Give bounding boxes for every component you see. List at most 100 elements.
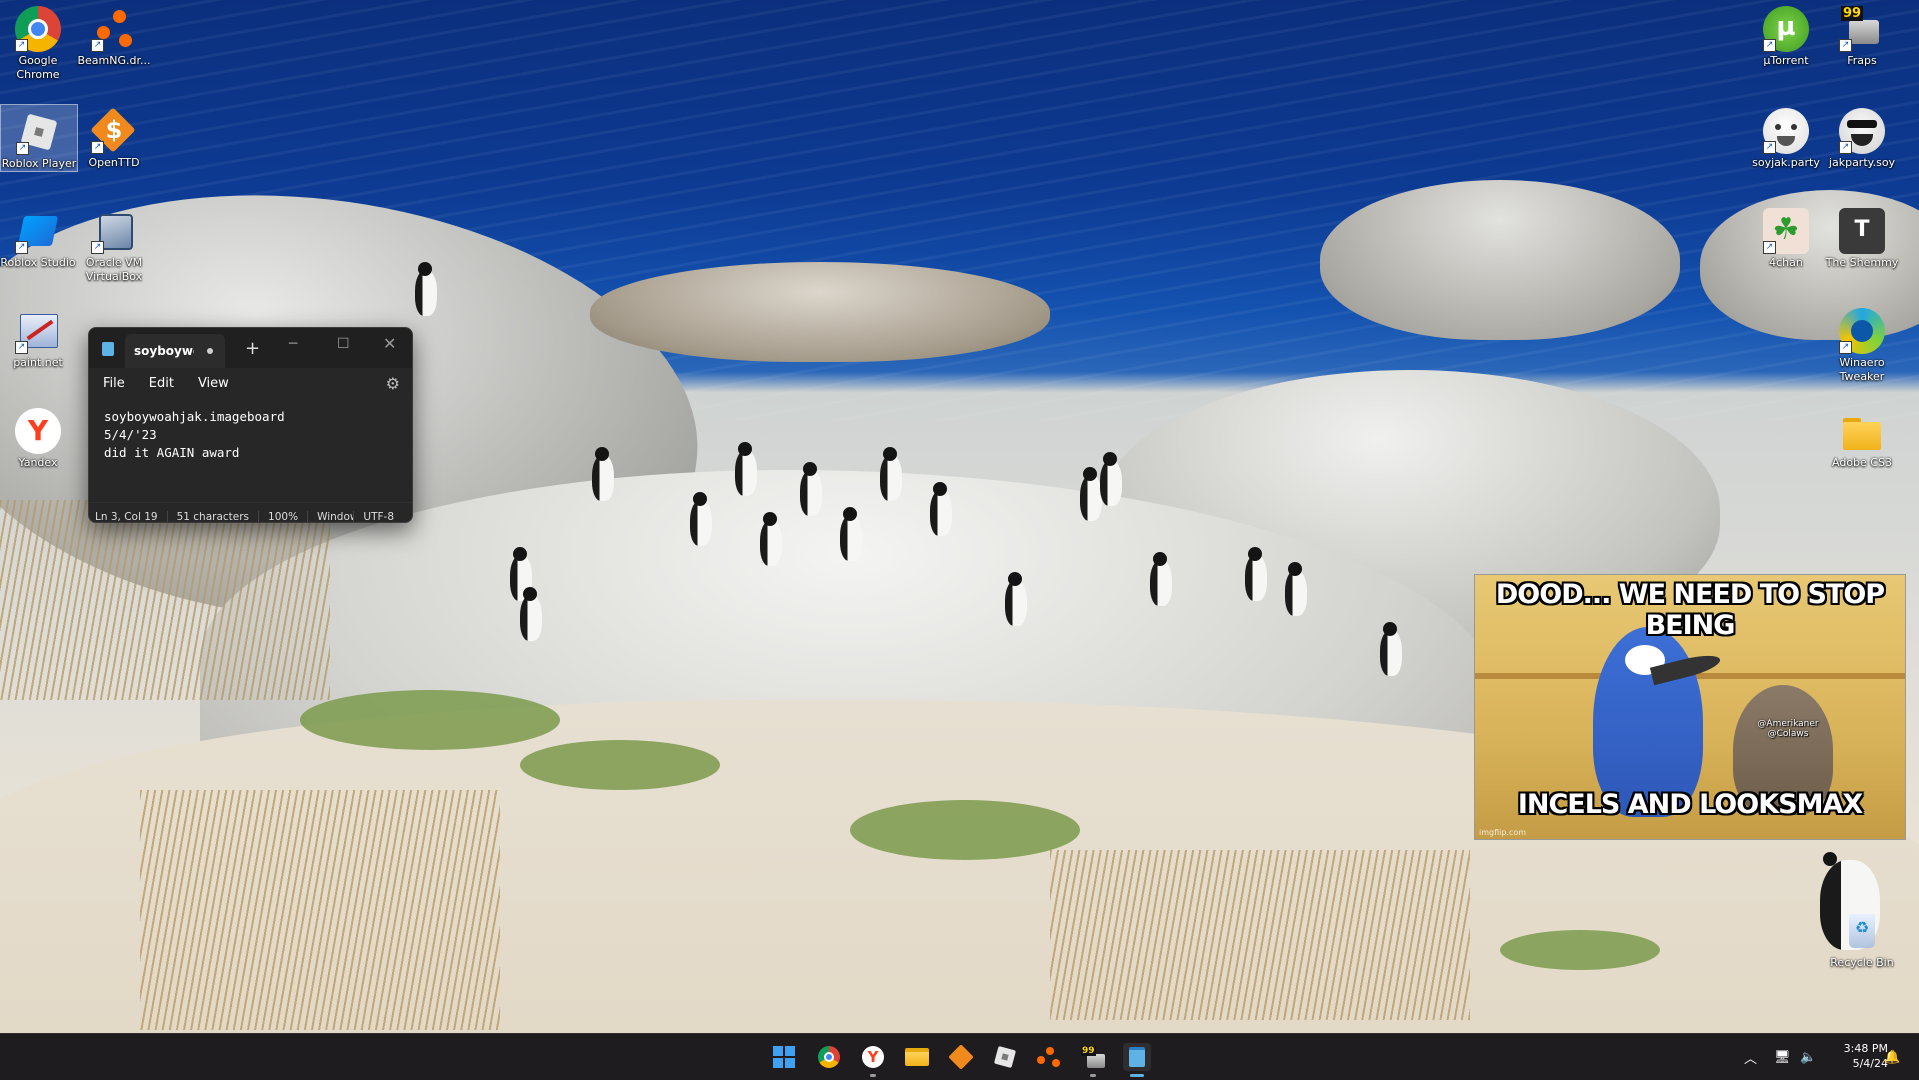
taskbar: Y 99 ︿ 🖥 🔈 3:48 PM 5/4/24 🔔 [0,1033,1919,1080]
shortcut-arrow-icon: ↗ [16,142,29,155]
notepad-window[interactable]: soyboywoahjak.imageboard + ─ ☐ ✕ File Ed… [88,327,413,523]
notepad-title-bar[interactable]: soyboywoahjak.imageboard + ─ ☐ ✕ [89,328,412,368]
notification-bell-icon[interactable]: 🔔 [1884,1034,1900,1080]
minimize-icon[interactable]: ─ [289,336,297,352]
notepad-app-icon [102,342,114,356]
shortcut-arrow-icon: ↗ [91,241,104,254]
beamng-icon: ↗ [91,6,137,52]
desktop-icon-jakparty-soy[interactable]: ↗ jakparty.soy [1824,104,1900,170]
maximize-icon[interactable]: ☐ [337,336,350,352]
close-icon[interactable]: ✕ [383,334,396,353]
tray-overflow-chevron-icon[interactable]: ︿ [1744,1034,1757,1080]
active-indicator [1130,1074,1144,1077]
desktop-icon-label: paint.net [13,356,63,369]
penguin [1100,452,1122,506]
taskbar-openttd-icon[interactable] [947,1043,975,1071]
desktop-icon-4chan[interactable]: ☘ ↗ 4chan [1748,204,1824,270]
unsaved-dot-icon [207,348,213,354]
new-tab-plus-icon[interactable]: + [245,338,260,359]
notepad-status-bar: Ln 3, Col 19 51 characters 100% Windows … [89,502,412,522]
penguin [1285,562,1307,616]
penguin [1080,467,1102,521]
roblox-studio-icon: ↗ [15,208,61,254]
notepad-tab-active[interactable]: soyboywoahjak.imageboard [125,334,225,368]
shrub [300,690,560,750]
menu-view[interactable]: View [198,376,229,391]
desktop-icon-roblox-studio[interactable]: ↗ Roblox Studio [0,204,76,270]
shrub [520,740,720,790]
penguin [760,512,782,566]
menu-file[interactable]: File [103,376,125,391]
recycle-bin-icon: ♻ [1839,908,1885,954]
dry-grass [0,500,330,700]
taskbar-roblox-icon[interactable] [991,1043,1019,1071]
taskbar-fraps-icon[interactable]: 99 [1079,1043,1107,1077]
chrome-icon: ↗ [15,6,61,52]
status-cursor-position[interactable]: Ln 3, Col 19 [95,511,168,522]
desktop-icon-paint-net[interactable]: ↗ paint.net [0,304,76,370]
notepad-tab-label: soyboywoahjak.imageboard [134,344,194,358]
desktop-icon-openttd[interactable]: $ ↗ OpenTTD [76,104,152,170]
volume-icon[interactable]: 🔈 [1800,1034,1816,1080]
desktop-icon-google-chrome[interactable]: ↗ Google Chrome [0,2,76,82]
desktop-icon-label: Oracle VM VirtualBox [85,256,143,283]
virtualbox-icon: ↗ [91,208,137,254]
penguin [592,447,614,501]
penguin [415,262,437,316]
desktop-icon-recycle-bin[interactable]: ♻ Recycle Bin [1824,904,1900,970]
status-line-ending[interactable]: Windows (CRLF) [317,511,355,522]
text-line: soyboywoahjak.imageboard [104,409,285,424]
desktop-icon-roblox-player[interactable]: ↗ Roblox Player [0,104,78,172]
shortcut-arrow-icon: ↗ [15,241,28,254]
notepad-text-area[interactable]: soyboywoahjak.imageboard 5/4/'23 did it … [89,398,412,502]
desktop-icon-beamng[interactable]: ↗ BeamNG.dr... [76,2,152,68]
menu-edit[interactable]: Edit [149,376,174,391]
desktop-icon-label: Winaero Tweaker [1839,356,1885,383]
boulder [1320,180,1680,340]
penguin [1150,552,1172,606]
fraps-icon: 99 ↗ [1839,6,1885,52]
desktop-icon-label: Recycle Bin [1830,956,1894,969]
fraps-fps-badge: 99 [1081,1046,1096,1056]
dry-grass [1050,850,1470,1020]
desktop-icon-label: Fraps [1847,54,1877,67]
fraps-fps-badge: 99 [1841,6,1864,21]
shortcut-arrow-icon: ↗ [1763,39,1776,52]
desktop-icon-adobe-cs3[interactable]: Adobe CS3 [1824,404,1900,470]
desktop-icon-label: Roblox Player [1,157,77,170]
meme-watermark: imgflip.com [1479,828,1527,837]
meme-credit-tag: @Amerikaner @Colaws [1757,719,1819,739]
desktop-icon-label: OpenTTD [88,156,140,169]
desktop-icon-label: µTorrent [1763,54,1809,67]
taskbar-beamng-icon[interactable] [1035,1043,1063,1071]
desktop-icon-label: BeamNG.dr... [77,54,151,67]
desktop-icon-fraps[interactable]: 99 ↗ Fraps [1824,2,1900,68]
desktop-icon-the-shemmy[interactable]: T The Shemmy [1824,204,1900,270]
taskbar-notepad-icon[interactable] [1123,1043,1151,1077]
text-line: 5/4/'23 [104,427,157,442]
taskbar-yandex-icon[interactable]: Y [859,1043,887,1077]
desktop-icon-label: jakparty.soy [1828,156,1896,169]
desktop-icon-soyjak-party[interactable]: ↗ soyjak.party [1748,104,1824,170]
start-windows-logo-icon[interactable] [770,1043,798,1071]
status-encoding[interactable]: UTF-8 [363,511,403,522]
penguin [1245,547,1267,601]
desktop-icon-winaero-tweaker[interactable]: ↗ Winaero Tweaker [1824,304,1900,384]
network-icon[interactable]: 🖥 [1774,1034,1791,1080]
shemmy-letter: T [1854,217,1870,242]
text-line: did it AGAIN award [104,445,240,460]
system-clock[interactable]: 3:48 PM 5/4/24 [1818,1041,1888,1071]
shortcut-arrow-icon: ↗ [1839,341,1852,354]
penguin [520,587,542,641]
desktop-icon-utorrent[interactable]: µ ↗ µTorrent [1748,2,1824,68]
desktop-icon-label: 4chan [1769,256,1803,269]
shortcut-arrow-icon: ↗ [1763,141,1776,154]
status-zoom[interactable]: 100% [268,511,309,522]
desktop-icon-label: Adobe CS3 [1832,456,1892,469]
settings-gear-icon[interactable]: ⚙ [386,374,400,393]
desktop-icon-virtualbox[interactable]: ↗ Oracle VM VirtualBox [76,204,152,284]
taskbar-chrome-icon[interactable] [815,1043,843,1071]
penguin [930,482,952,536]
taskbar-file-explorer-icon[interactable] [903,1043,931,1071]
desktop-icon-yandex[interactable]: Y Yandex [0,404,76,470]
